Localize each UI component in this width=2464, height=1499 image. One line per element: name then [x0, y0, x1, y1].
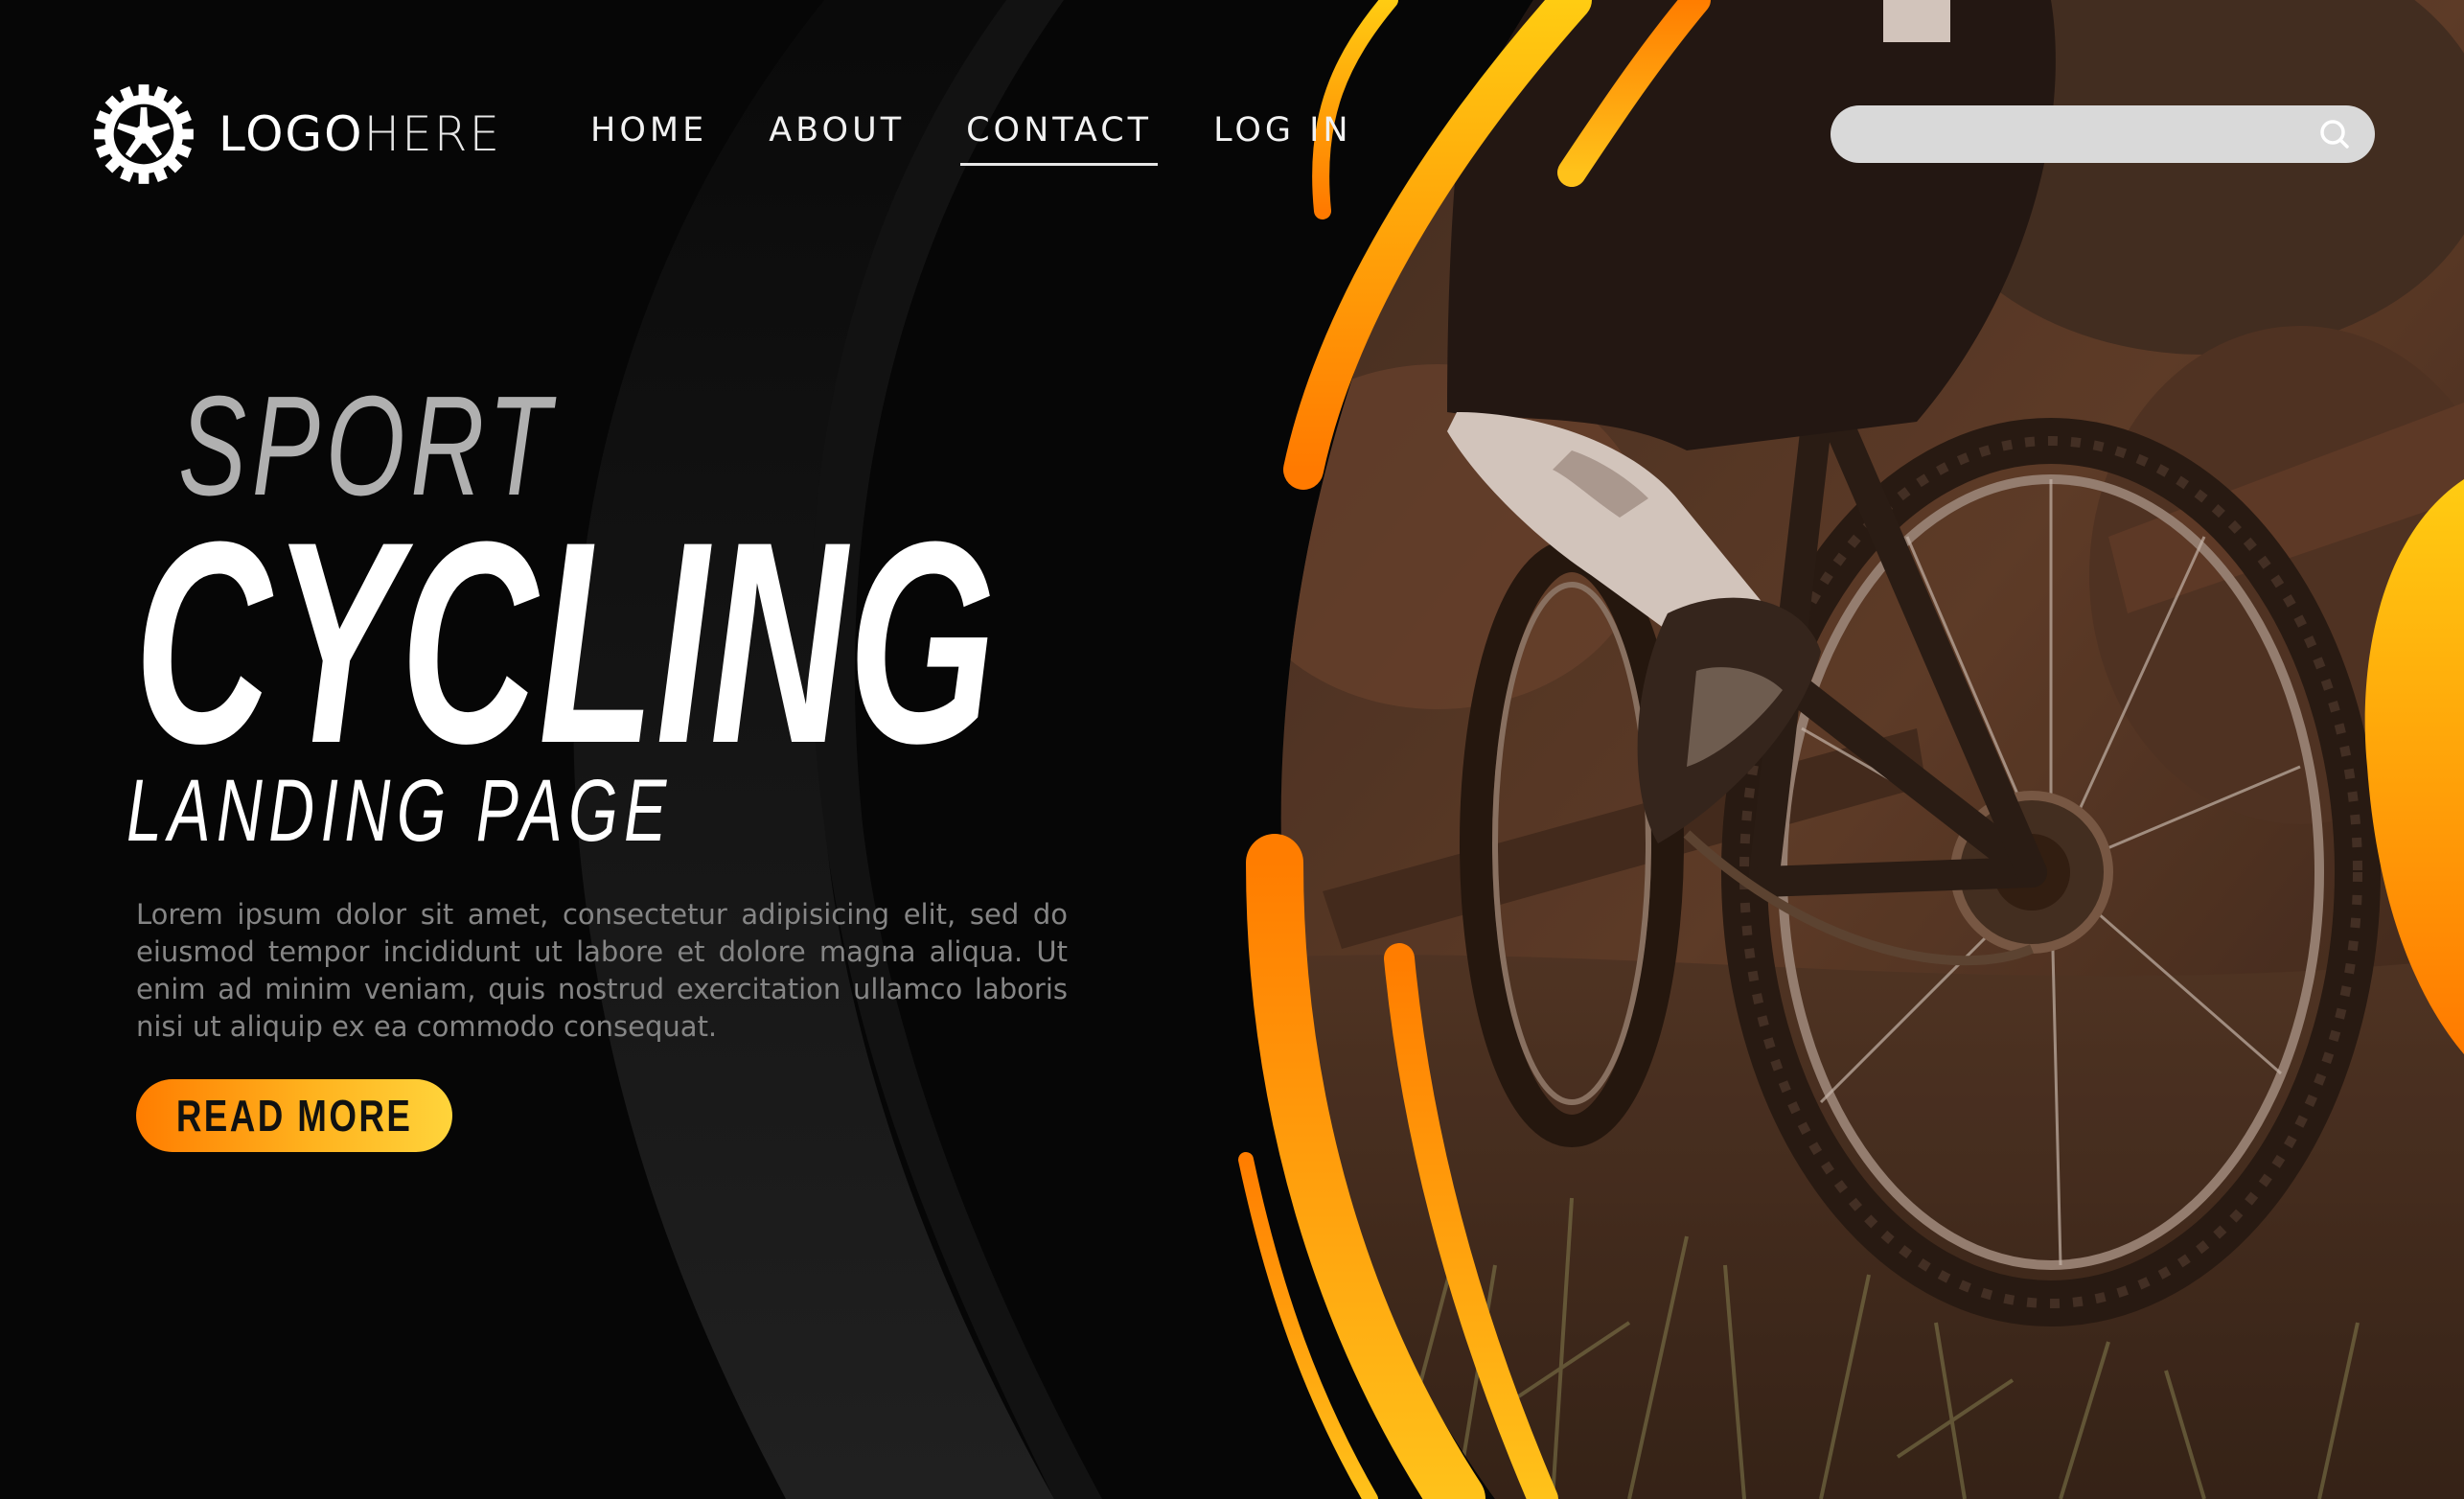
search-icon[interactable]	[2315, 115, 2354, 153]
read-more-label: READ MORE	[175, 1091, 413, 1141]
nav-about[interactable]: ABOUT	[763, 111, 910, 166]
nav-login[interactable]: LOG IN	[1208, 111, 1358, 166]
logo[interactable]: LOGOHERE	[92, 81, 501, 188]
hero-title: CYCLING	[134, 481, 998, 803]
read-more-button[interactable]: READ MORE	[136, 1079, 452, 1152]
hero-subtitle: LANDING PAGE	[127, 762, 673, 860]
search-bar	[1831, 104, 2375, 164]
logo-text: LOGOHERE	[219, 106, 501, 162]
gear-icon	[94, 84, 194, 184]
nav-home[interactable]: HOME	[585, 111, 713, 166]
logo-text-light: HERE	[363, 106, 502, 162]
search-input[interactable]	[1831, 104, 2315, 164]
logo-text-bold: LOGO	[219, 106, 364, 162]
main-nav: HOME ABOUT CONTACT LOG IN	[585, 111, 1408, 166]
nav-contact[interactable]: CONTACT	[960, 111, 1159, 166]
hero-body-text: Lorem ipsum dolor sit amet, consectetur …	[136, 898, 1068, 1043]
